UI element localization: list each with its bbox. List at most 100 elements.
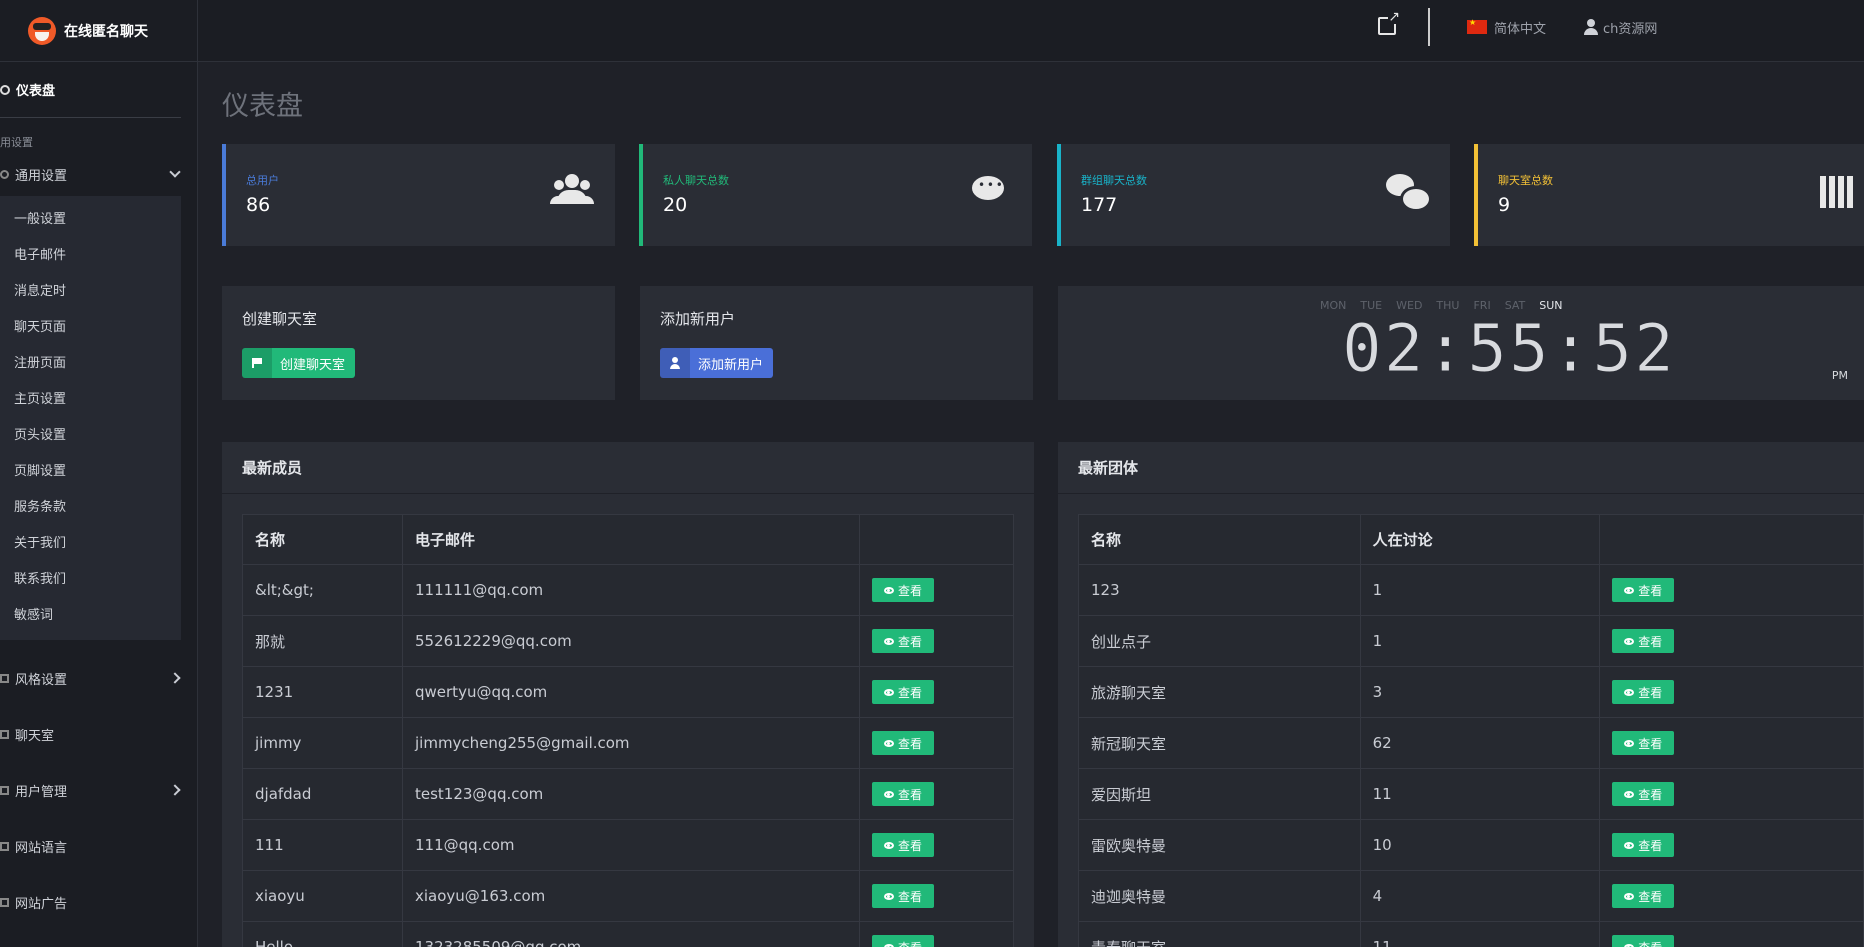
submenu-item[interactable]: 电子邮件 [0,238,181,274]
view-button[interactable]: 查看 [872,833,935,857]
room-icon [1816,174,1858,210]
submenu-item[interactable]: 页头设置 [0,418,181,454]
eye-icon [884,688,894,696]
sidebar-item-label: 通用设置 [15,168,68,184]
eye-icon [884,637,894,645]
button-label: 查看 [1638,685,1663,700]
sidebar-item-general-settings[interactable]: 通用设置 [0,156,197,192]
submenu-item[interactable]: 消息定时 [0,274,181,310]
table-row: &lt;&gt; 111111@qq.com 查看 [242,564,1014,616]
member-name: Hello [242,921,403,947]
button-label: 查看 [898,939,922,947]
view-button[interactable]: 查看 [1612,731,1675,755]
submenu-item[interactable]: 页脚设置 [0,454,181,490]
sidebar-item-site-language[interactable]: 网站语言 [0,818,197,874]
button-label: 查看 [898,736,923,751]
panel-title: 最新团体 [1058,442,1864,494]
user-menu[interactable]: ch资源网 [1603,18,1657,37]
view-button[interactable]: 查看 [1612,578,1675,602]
group-count: 10 [1359,819,1601,871]
column-header: 名称 [1078,514,1361,565]
page-title: 仪表盘 [222,91,303,122]
eye-icon [884,790,894,798]
stat-value: 9 [1498,194,1511,216]
sidebar-item-style-settings[interactable]: 风格设置 [0,650,197,706]
panel-title: 添加新用户 [660,310,736,328]
sidebar-item-label: 用户管理 [15,784,68,800]
create-room-button[interactable]: 创建聊天室 [242,348,356,378]
member-name: jimmy [242,717,403,769]
view-button[interactable]: 查看 [1612,884,1675,908]
group-count: 4 [1359,870,1601,922]
view-button[interactable]: 查看 [1612,680,1675,704]
column-header [1599,514,1864,565]
view-button[interactable]: 查看 [872,578,935,602]
button-label: 查看 [898,889,923,904]
submenu-item[interactable]: 主页设置 [0,382,181,418]
chevron-down-icon [169,166,181,178]
submenu-item[interactable]: 关于我们 [0,526,181,562]
column-header: 人在讨论 [1359,514,1601,565]
member-email: jimmycheng255@gmail.com [402,717,860,769]
view-button[interactable]: 查看 [872,731,935,755]
user-icon[interactable] [1584,19,1598,35]
view-button[interactable]: 查看 [872,782,935,806]
style-icon [0,673,9,683]
sidebar-item-site-ads[interactable]: 网站广告 [0,874,197,930]
stat-card-chatrooms: 聊天室总数 9 [1474,144,1864,246]
button-label: 查看 [1638,736,1663,751]
members-table: 名称 电子邮件 &lt;&gt; 111111@qq.com 查看 那就 552612… [242,514,1014,947]
group-count: 3 [1359,666,1601,718]
column-header: 电子邮件 [402,514,860,565]
submenu-item[interactable]: 聊天页面 [0,310,181,346]
sidebar-item-label: 仪表盘 [16,84,56,99]
panel-title: 最新成员 [222,442,1034,494]
view-button[interactable]: 查看 [872,680,935,704]
table-header-row: 名称 电子邮件 [242,514,1014,565]
button-label: 查看 [1638,787,1663,802]
group-name: 雷欧奥特曼 [1078,819,1361,871]
submenu-item[interactable]: 服务条款 [0,490,181,526]
brand-logo-icon [28,16,56,45]
chat-icon [968,174,1010,210]
eye-icon [1624,790,1635,798]
view-button[interactable]: 查看 [1612,935,1675,947]
button-label: 查看 [898,838,923,853]
sidebar-item-dashboard[interactable]: 仪表盘 [0,62,181,118]
users-icon [551,174,593,210]
add-user-button[interactable]: 添加新用户 [660,348,774,378]
table-row: djafdad test123@qq.com 查看 [242,768,1014,820]
external-link-icon[interactable] [1378,10,1401,35]
group-name: 青春聊天室 [1078,921,1361,947]
view-button[interactable]: 查看 [1612,629,1675,653]
group-name: 爱因斯坦 [1078,768,1361,820]
view-button[interactable]: 查看 [872,935,935,947]
groups-table: 名称 人在讨论 123 1 查看 创业点子 1 查看 旅游聊天室 3 查看 新冠聊天室 62 查… [1078,514,1864,947]
brand[interactable]: 在线匿名聊天 [0,0,197,62]
sidebar-item-chatroom[interactable]: 聊天室 [0,706,197,762]
submenu-item[interactable]: 联系我们 [0,562,181,598]
button-label: 查看 [898,634,923,649]
member-email: 111@qq.com [402,819,860,871]
view-button[interactable]: 查看 [1612,833,1675,857]
column-header [859,514,1014,565]
group-count: 62 [1359,717,1601,769]
dashboard-icon [0,84,10,95]
submenu-item[interactable]: 一般设置 [0,202,181,238]
group-name: 新冠聊天室 [1078,717,1361,769]
view-button[interactable]: 查看 [872,629,935,653]
china-flag-icon[interactable] [1467,18,1487,34]
button-label: 查看 [1638,939,1662,947]
member-email: xiaoyu@163.com [402,870,860,922]
view-button[interactable]: 查看 [872,884,935,908]
submenu-item[interactable]: 敏感词 [0,598,181,634]
sidebar-item-user-management[interactable]: 用户管理 [0,762,197,818]
sidebar-item-label: 网站语言 [15,840,68,856]
view-button[interactable]: 查看 [1612,782,1675,806]
button-label: 查看 [1638,634,1663,649]
submenu-item[interactable]: 注册页面 [0,346,181,382]
eye-icon [1624,586,1635,594]
flag-icon [252,358,262,368]
users-icon [0,785,9,795]
language-selector[interactable]: 简体中文 [1494,18,1546,37]
